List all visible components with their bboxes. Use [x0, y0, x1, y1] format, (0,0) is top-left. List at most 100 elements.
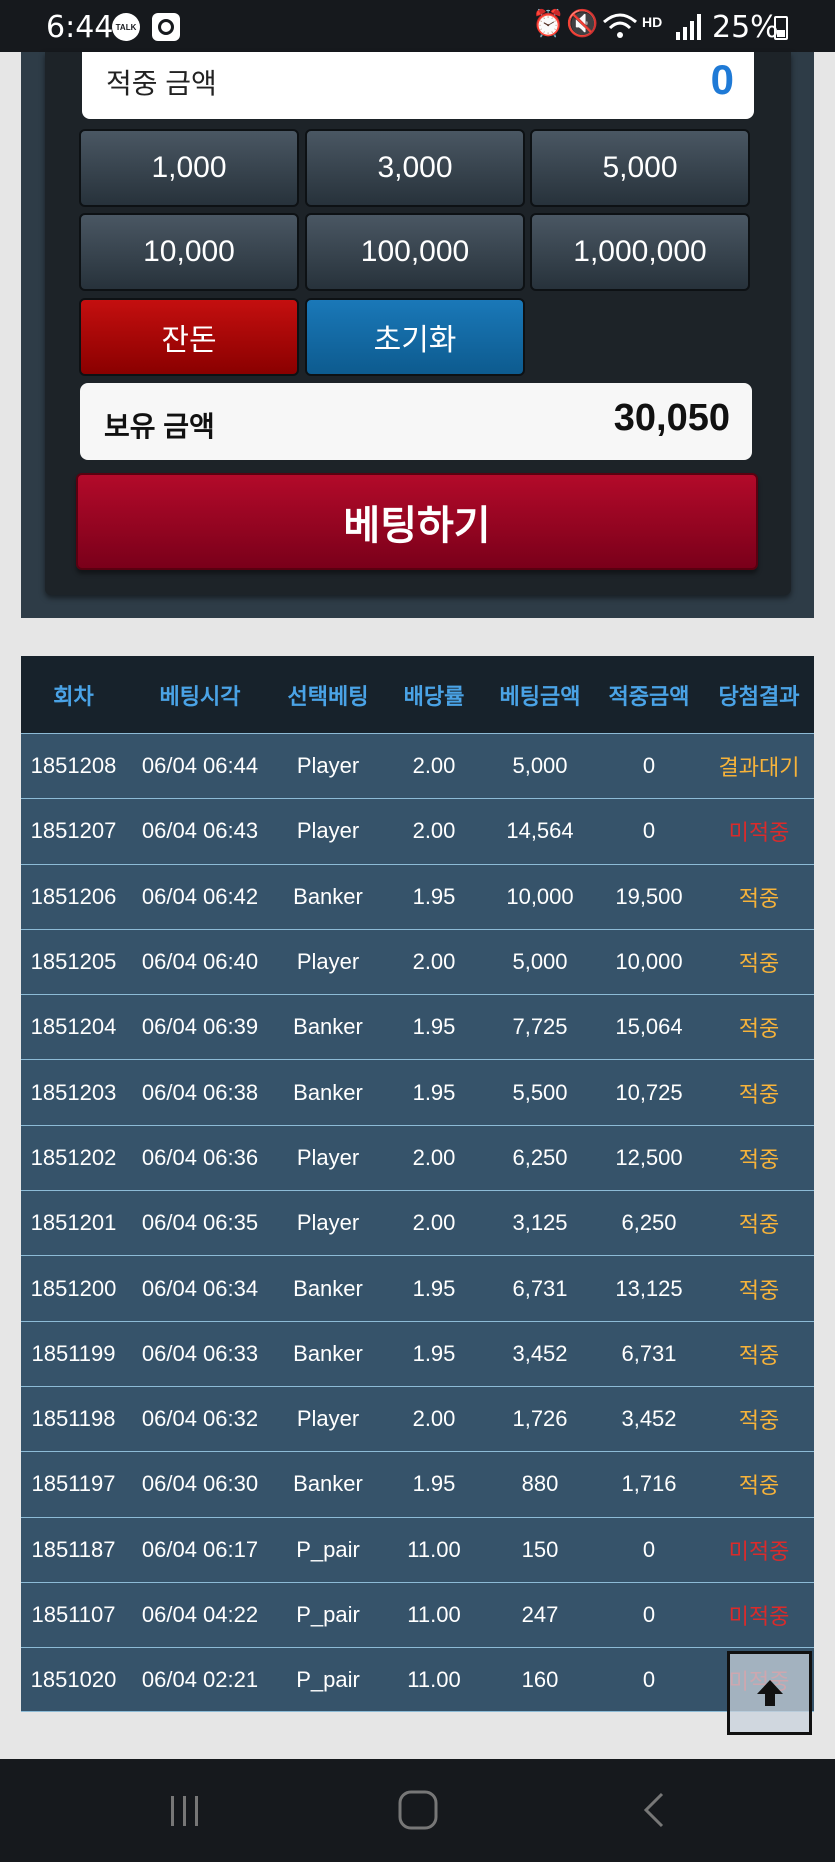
cell-bet-amount: 10,000	[506, 883, 574, 909]
scroll-top-button[interactable]	[727, 1651, 812, 1735]
cell-result: 미적중	[728, 820, 790, 846]
owned-amount-label: 보유 금액	[104, 411, 215, 442]
cell-hit-amount: 12,500	[615, 1144, 683, 1170]
header-hit-amount: 적중금액	[608, 683, 690, 709]
back-icon	[643, 1792, 664, 1828]
header-selection: 선택베팅	[287, 683, 369, 709]
chip-100000-button[interactable]: 100,000	[305, 213, 525, 291]
cell-selection: Player	[296, 949, 360, 975]
cell-odds: 11.00	[407, 1536, 461, 1562]
signal-icon	[676, 14, 701, 40]
cell-round: 1851207	[30, 818, 117, 844]
cell-odds: 2.00	[412, 949, 456, 975]
battery-percent: 25%	[712, 10, 779, 45]
reset-button[interactable]: 초기화	[305, 298, 525, 376]
cell-hit-amount: 6,731	[621, 1340, 677, 1366]
cell-hit-amount: 10,725	[615, 1079, 683, 1105]
cell-round: 1851197	[31, 1471, 116, 1497]
cell-hit-amount: 13,125	[615, 1275, 683, 1301]
cell-bet-time: 06/04 06:33	[141, 1340, 259, 1366]
table-row: 1851208 06/04 06:44 Player 2.00 5,000 0 결과대기	[21, 733, 814, 799]
cell-bet-amount: 14,564	[506, 818, 574, 844]
cell-selection: P_pair	[296, 1602, 360, 1627]
status-time: 6:44	[46, 10, 114, 45]
cell-odds: 1.95	[412, 1340, 456, 1366]
notification-app-icon	[152, 13, 180, 41]
cell-result: 적중	[738, 885, 780, 911]
table-row: 1851201 06/04 06:35 Player 2.00 3,125 6,250 적중	[21, 1190, 814, 1256]
cell-bet-amount: 1,726	[512, 1406, 568, 1432]
cell-round: 1851200	[30, 1275, 117, 1301]
table-header: 회차 베팅시각 선택베팅 배당률 베팅금액 적중금액 당첨결과	[21, 656, 814, 733]
cell-bet-amount: 6,731	[512, 1275, 568, 1301]
cell-selection: Banker	[293, 883, 363, 909]
cell-hit-amount: 1,716	[621, 1471, 677, 1497]
header-bet-amount: 베팅금액	[499, 683, 581, 709]
home-icon	[398, 1790, 438, 1830]
cell-result: 미적중	[728, 1604, 790, 1629]
cell-result: 적중	[738, 1081, 780, 1107]
cell-round: 1851187	[31, 1536, 116, 1562]
cell-round: 1851020	[30, 1666, 117, 1692]
cell-bet-amount: 3,452	[512, 1340, 568, 1366]
home-button[interactable]	[388, 1785, 448, 1835]
cell-round: 1851201	[30, 1210, 117, 1236]
cell-bet-time: 06/04 06:17	[141, 1536, 259, 1562]
chip-3000-button[interactable]: 3,000	[305, 129, 525, 207]
chip-1000000-button[interactable]: 1,000,000	[530, 213, 750, 291]
cell-bet-time: 06/04 04:22	[141, 1602, 259, 1627]
cell-round: 1851107	[31, 1602, 116, 1627]
cell-result: 미적중	[728, 1538, 790, 1564]
cell-selection: Player	[296, 818, 360, 844]
table-row: 1851187 06/04 06:17 P_pair 11.00 150 0 미적중	[21, 1516, 814, 1582]
cell-odds: 2.00	[412, 1144, 456, 1170]
cell-selection: Banker	[293, 1340, 363, 1366]
recent-apps-button[interactable]	[155, 1785, 215, 1835]
bet-history-table: 회차 베팅시각 선택베팅 배당률 베팅금액 적중금액 당첨결과 1851208 0…	[21, 656, 814, 1713]
kakaotalk-icon: TALK	[112, 13, 140, 41]
table-row: 1851205 06/04 06:40 Player 2.00 5,000 10,000 적…	[21, 928, 814, 995]
cell-result: 적중	[738, 1146, 780, 1172]
table-row: 1851197 06/04 06:30 Banker 1.95 880 1,716 적중	[21, 1451, 814, 1517]
cell-result: 적중	[738, 1212, 780, 1238]
back-button[interactable]	[624, 1785, 684, 1835]
cell-bet-amount: 5,000	[512, 949, 568, 975]
cell-result: 적중	[738, 1408, 780, 1434]
cell-odds: 1.95	[412, 1014, 456, 1040]
cell-round: 1851202	[30, 1144, 117, 1170]
cell-bet-amount: 6,250	[512, 1144, 568, 1170]
cell-round: 1851203	[30, 1079, 117, 1105]
cell-round: 1851208	[30, 753, 117, 779]
cell-odds: 1.95	[412, 1471, 456, 1497]
cell-hit-amount: 15,064	[615, 1014, 683, 1040]
cell-bet-time: 06/04 06:34	[141, 1275, 259, 1301]
cell-bet-time: 06/04 06:36	[141, 1144, 259, 1170]
balance-button[interactable]: 잔돈	[79, 298, 299, 376]
cell-round: 1851205	[30, 949, 117, 975]
cell-result: 결과대기	[718, 755, 800, 781]
cell-round: 1851204	[30, 1014, 117, 1040]
cell-selection: Banker	[293, 1275, 363, 1301]
system-nav-bar	[0, 1759, 835, 1862]
cell-result: 적중	[738, 1016, 780, 1042]
cell-odds: 2.00	[412, 1406, 456, 1432]
cell-selection: Player	[296, 753, 360, 779]
owned-amount-value: 30,050	[613, 397, 730, 439]
cell-bet-time: 06/04 06:39	[141, 1014, 259, 1040]
cell-odds: 1.95	[412, 1275, 456, 1301]
table-row: 1851198 06/04 06:32 Player 2.00 1,726 3,452 적중	[21, 1385, 814, 1452]
cell-hit-amount: 0	[642, 1666, 656, 1692]
cell-bet-amount: 3,125	[512, 1210, 568, 1236]
cell-odds: 1.95	[412, 1079, 456, 1105]
hit-amount-box: 적중 금액 0	[82, 52, 754, 119]
cell-hit-amount: 19,500	[615, 883, 683, 909]
wifi-icon	[603, 13, 637, 38]
place-bet-button[interactable]: 베팅하기	[76, 473, 758, 570]
table-body: 1851208 06/04 06:44 Player 2.00 5,000 0 결과대기 18…	[21, 733, 814, 1713]
cell-hit-amount: 0	[642, 1602, 656, 1627]
chip-10000-button[interactable]: 10,000	[79, 213, 299, 291]
chip-1000-button[interactable]: 1,000	[79, 129, 299, 207]
cell-selection: Banker	[293, 1471, 363, 1497]
chip-5000-button[interactable]: 5,000	[530, 129, 750, 207]
cell-bet-amount: 5,500	[512, 1079, 568, 1105]
